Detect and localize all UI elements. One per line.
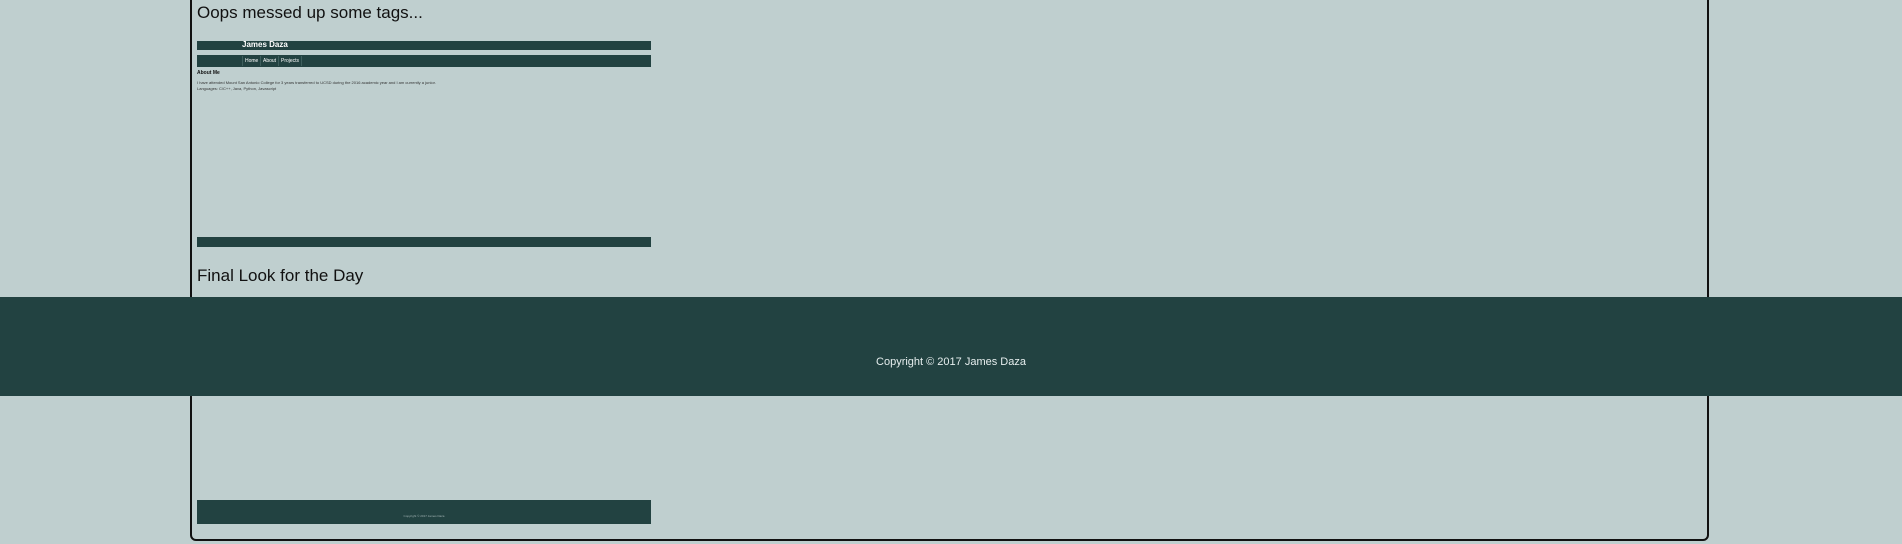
preview-about-text: I have attended Mount San Antonio Colleg…: [197, 80, 436, 85]
section-heading-oops: Oops messed up some tags...: [197, 3, 423, 22]
preview-body: About Me I have attended Mount San Anton…: [197, 67, 651, 237]
screenshot-preview-1: James Daza Home About Projects About Me …: [197, 40, 651, 237]
screenshot-preview-2-footer: Copyright © 2017 James Daza: [197, 500, 651, 524]
site-footer: Copyright © 2017 James Daza: [0, 297, 1902, 396]
section-heading-final: Final Look for the Day: [197, 266, 364, 285]
preview-site-title: James Daza: [242, 40, 288, 49]
page: Oops messed up some tags... James Daza H…: [0, 0, 1902, 544]
footer-copyright: Copyright © 2017 James Daza: [876, 356, 1026, 368]
preview-header: James Daza: [197, 40, 651, 50]
preview-nav-projects: Projects: [278, 56, 303, 66]
preview-nav-home: Home: [242, 56, 260, 66]
preview-nav-about: About: [260, 56, 278, 66]
preview-footer-bar: [197, 237, 651, 247]
preview-nav: Home About Projects: [197, 55, 651, 67]
preview-languages-text: Languages: C/C++, Java, Python, Javascri…: [197, 86, 277, 91]
preview-about-title: About Me: [197, 70, 220, 76]
preview2-copyright: Copyright © 2017 James Daza: [403, 514, 445, 518]
